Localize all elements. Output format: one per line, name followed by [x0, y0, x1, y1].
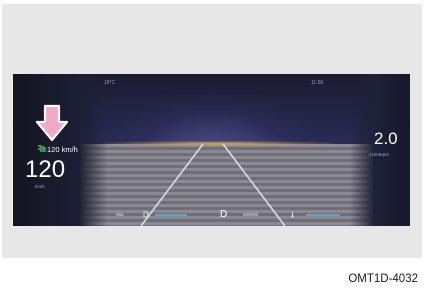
right-pane — [350, 74, 410, 226]
clock: 11:56 — [311, 80, 324, 86]
engine-rpm: 2.0 — [374, 129, 398, 148]
down-arrow-indicator-icon — [35, 104, 69, 142]
vehicle-speed-unit: km/h — [35, 184, 45, 189]
instrument-cluster: 18°C 11:56 120 km/h 120 km/h 2.0 x1000rp… — [13, 74, 410, 226]
temperature-icon — [291, 211, 294, 218]
engine-rpm-unit: x1000rpm — [369, 152, 390, 157]
fuel-icon — [143, 211, 150, 218]
bottom-status-bar: 965 D 000000 — [113, 209, 353, 220]
speed-limit-value: 120 km/h — [47, 144, 78, 154]
odometer: 000000 — [243, 212, 259, 217]
speed-limit-sign-icon — [38, 145, 46, 152]
vehicle-speed: 120 — [25, 156, 66, 183]
speed-limit-row: 120 km/h — [37, 144, 78, 154]
gear-indicator: D — [220, 209, 228, 220]
fuel-gauge — [155, 214, 187, 216]
temperature-gauge — [306, 214, 340, 216]
range-readout: 965 — [116, 212, 124, 217]
outside-temperature: 18°C — [104, 80, 116, 86]
figure-code: OMT1D-4032 — [348, 273, 418, 285]
